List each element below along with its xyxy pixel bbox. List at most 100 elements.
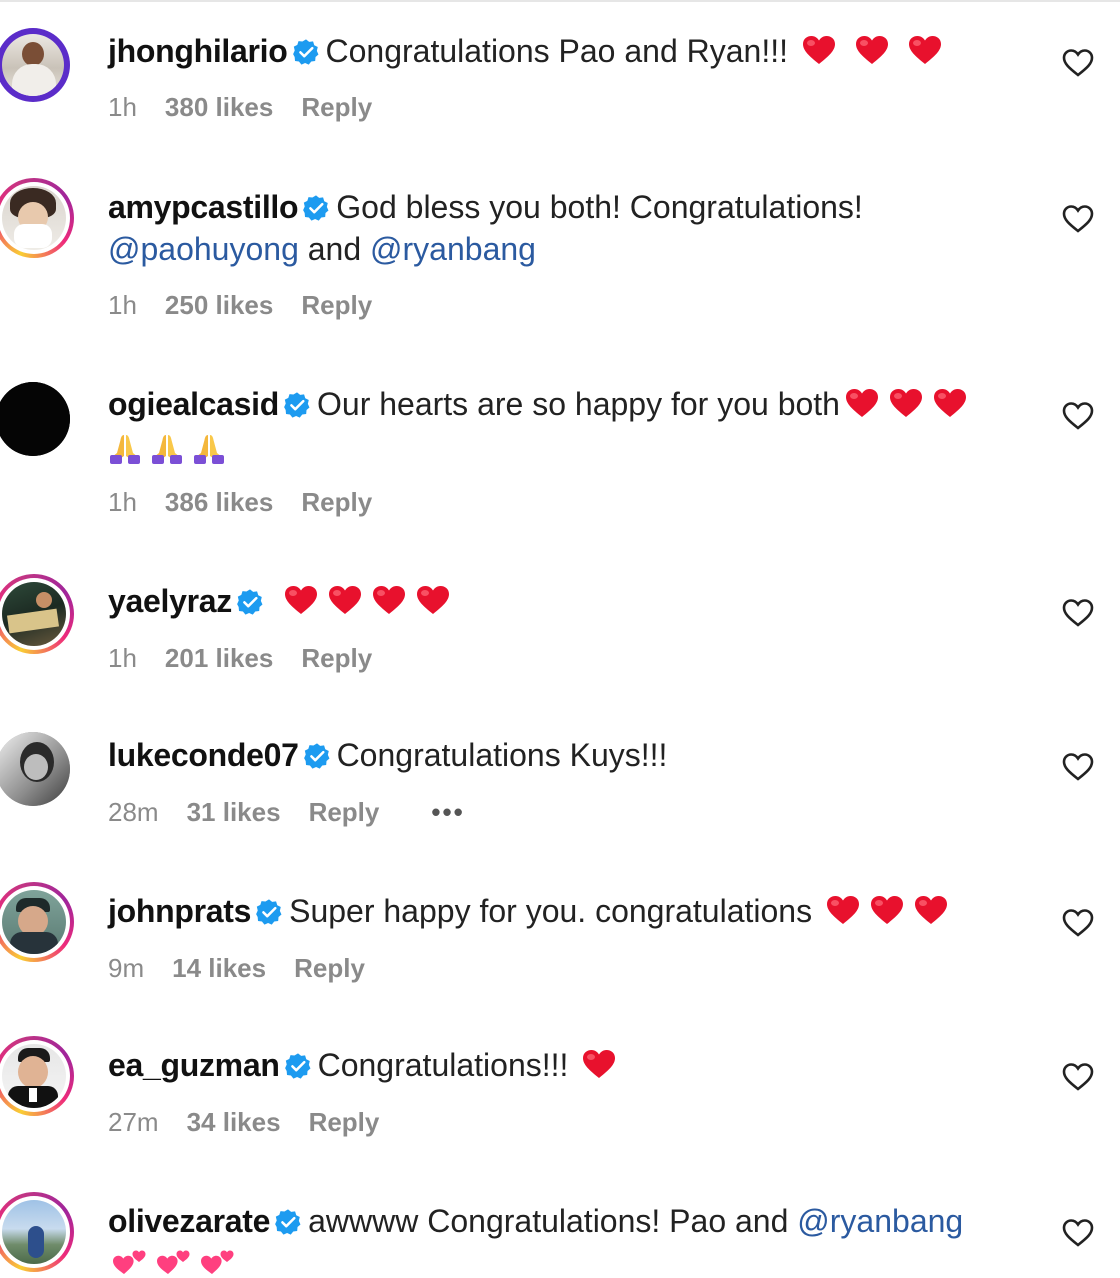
verified-badge-icon — [275, 1209, 301, 1235]
heart-emoji-icon — [327, 584, 363, 626]
mention-link[interactable]: @ryanbang — [370, 231, 536, 267]
two-hearts-emoji-icon — [112, 1246, 148, 1278]
heart-emoji-icon — [581, 1048, 617, 1090]
avatar-photo — [0, 382, 70, 456]
likes-count[interactable]: 31 likes — [187, 797, 281, 828]
reply-button[interactable]: Reply — [309, 797, 380, 828]
reply-button[interactable]: Reply — [301, 92, 372, 123]
comment-time: 9m — [108, 953, 145, 983]
heart-emoji-icon — [907, 34, 943, 76]
avatar[interactable] — [0, 178, 74, 258]
heart-outline-icon[interactable] — [1062, 908, 1094, 938]
avatar-photo — [2, 582, 66, 646]
verified-badge-icon — [284, 392, 310, 418]
heart-outline-icon[interactable] — [1062, 401, 1094, 431]
comment-time: 27m — [108, 1107, 159, 1137]
mention-link[interactable]: @paohuyong — [108, 231, 299, 267]
mention-link[interactable]: @ryanbang — [797, 1203, 963, 1239]
comment-meta: 1h 380 likes Reply — [108, 92, 372, 123]
heart-emoji-icon — [415, 584, 451, 626]
avatar-photo — [2, 1200, 66, 1264]
reply-button[interactable]: Reply — [301, 487, 372, 518]
comment-time: 1h — [108, 92, 137, 122]
avatar[interactable] — [0, 732, 70, 806]
avatar-photo — [2, 890, 66, 954]
comment-text: Super happy for you. congratulations — [289, 893, 813, 929]
heart-emoji-icon — [801, 34, 837, 76]
heart-emoji-icon — [854, 34, 890, 76]
comment-username[interactable]: johnprats — [108, 893, 251, 929]
avatar-photo — [2, 34, 64, 96]
avatar-photo — [2, 186, 66, 250]
comment-username[interactable]: yaelyraz — [108, 583, 232, 619]
comment-text: and — [298, 231, 371, 267]
likes-count[interactable]: 201 likes — [165, 643, 273, 674]
heart-outline-icon[interactable] — [1062, 1218, 1094, 1248]
verified-badge-icon — [256, 899, 282, 925]
likes-count[interactable]: 386 likes — [165, 487, 273, 518]
reply-button[interactable]: Reply — [301, 290, 372, 321]
comment-username[interactable]: amypcastillo — [108, 189, 299, 225]
more-options-icon[interactable]: ••• — [431, 797, 464, 828]
comment-meta: 28m 31 likes Reply ••• — [108, 797, 465, 828]
likes-count[interactable]: 14 likes — [172, 953, 266, 984]
comment-body: johnprats Super happy for you. congratula… — [108, 890, 998, 936]
comment-time: 28m — [108, 797, 159, 827]
avatar-photo — [0, 732, 70, 806]
comment-username[interactable]: ogiealcasid — [108, 386, 279, 422]
comment-time: 1h — [108, 643, 137, 673]
praying-hands-emoji-icon — [192, 431, 226, 475]
avatar[interactable] — [0, 382, 70, 456]
comment-text: Our hearts are so happy for you both — [317, 386, 840, 422]
comment-meta: 9m 14 likes Reply — [108, 953, 365, 984]
heart-outline-icon[interactable] — [1062, 48, 1094, 78]
avatar-photo — [2, 1044, 66, 1108]
comment-text: God bless you both! Congratulations! — [336, 189, 863, 225]
comment-username[interactable]: jhonghilario — [108, 33, 288, 69]
verified-badge-icon — [303, 195, 329, 221]
comment-time: 1h — [108, 487, 137, 517]
verified-badge-icon — [284, 1053, 311, 1079]
heart-emoji-icon — [825, 894, 861, 936]
verified-badge-icon — [237, 589, 263, 615]
two-hearts-emoji-icon — [200, 1246, 236, 1278]
reply-button[interactable]: Reply — [301, 643, 372, 674]
comment-text: Congratulations Kuys!!! — [336, 737, 668, 773]
heart-outline-icon[interactable] — [1062, 204, 1094, 234]
avatar[interactable] — [0, 882, 74, 962]
likes-count[interactable]: 250 likes — [165, 290, 273, 321]
comments-list: jhonghilario Congratulations Pao and Ryan… — [0, 0, 1120, 1278]
avatar[interactable] — [0, 1036, 74, 1116]
comment-meta: 1h 386 likes Reply — [108, 487, 372, 518]
heart-emoji-icon — [913, 894, 949, 936]
comment-text: awwww Congratulations! Pao and — [308, 1203, 798, 1239]
avatar[interactable] — [0, 28, 70, 102]
reply-button[interactable]: Reply — [294, 953, 365, 984]
two-hearts-emoji-icon — [156, 1246, 192, 1278]
heart-emoji-icon — [869, 894, 905, 936]
comment-meta: 1h 201 likes Reply — [108, 643, 372, 674]
comment-username[interactable]: lukeconde07 — [108, 737, 299, 773]
heart-emoji-icon — [844, 387, 880, 429]
praying-hands-emoji-icon — [150, 431, 184, 475]
comment-body: ea_guzman Congratulations!!! — [108, 1044, 998, 1090]
heart-outline-icon[interactable] — [1062, 752, 1094, 782]
likes-count[interactable]: 34 likes — [187, 1107, 281, 1138]
comment-meta: 27m 34 likes Reply — [108, 1107, 379, 1138]
comment-text: Congratulations!!! — [317, 1047, 569, 1083]
likes-count[interactable]: 380 likes — [165, 92, 273, 123]
heart-emoji-icon — [371, 584, 407, 626]
avatar[interactable] — [0, 1192, 74, 1272]
heart-outline-icon[interactable] — [1062, 598, 1094, 628]
comment-username[interactable]: ea_guzman — [108, 1047, 280, 1083]
comment-text: Congratulations Pao and Ryan!!! — [325, 33, 789, 69]
comment-body: yaelyraz — [108, 580, 998, 626]
avatar[interactable] — [0, 574, 74, 654]
verified-badge-icon — [303, 743, 330, 769]
verified-badge-icon — [292, 39, 318, 65]
reply-button[interactable]: Reply — [309, 1107, 380, 1138]
comment-body: amypcastillo God bless you both! Congratu… — [108, 186, 998, 270]
heart-outline-icon[interactable] — [1062, 1062, 1094, 1092]
comment-body: lukeconde07 Congratulations Kuys!!! — [108, 734, 998, 776]
comment-username[interactable]: olivezarate — [108, 1203, 270, 1239]
